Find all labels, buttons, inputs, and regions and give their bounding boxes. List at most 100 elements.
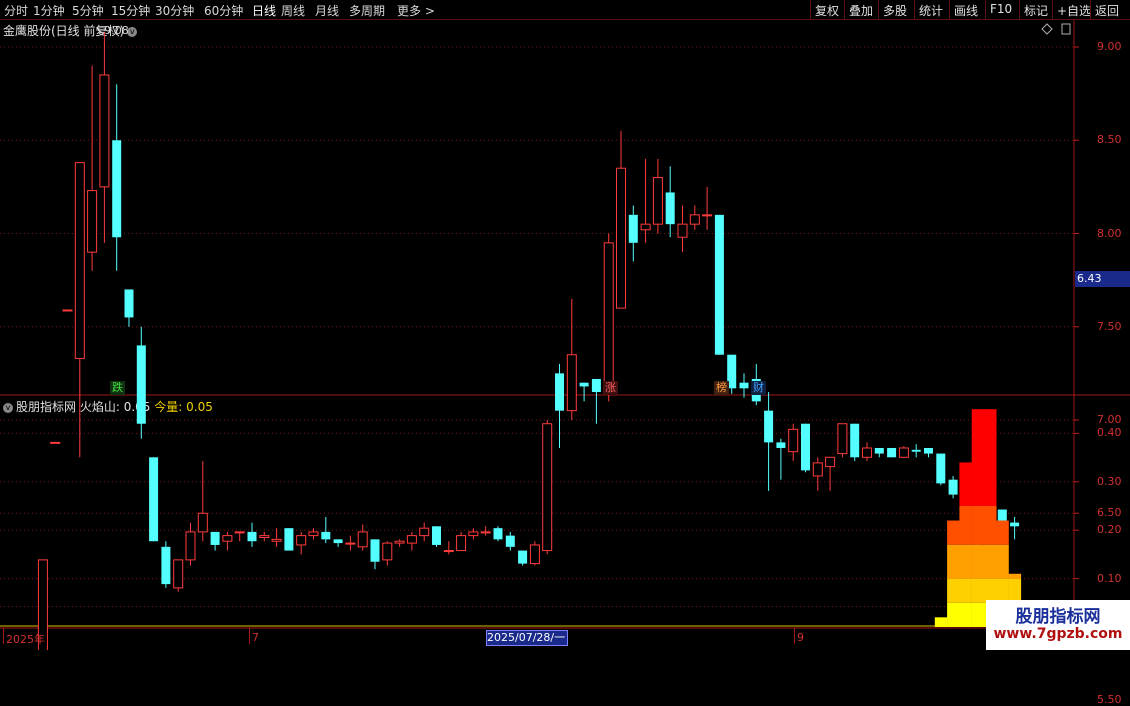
candle-body <box>432 526 441 545</box>
chart-canvas[interactable]: ↖9.08←5.46 <box>0 0 1130 650</box>
candle-body <box>271 538 282 542</box>
panel-toggle-icon <box>1061 23 1071 35</box>
candle-body <box>764 410 774 443</box>
price-tick-label: 5.50 <box>1097 692 1122 706</box>
flame-bar-segment <box>996 544 1009 579</box>
candle-body <box>468 531 479 537</box>
candle-body <box>874 447 884 454</box>
candle-body <box>124 289 134 318</box>
candle-body <box>505 535 515 547</box>
flame-bar-segment <box>971 409 985 506</box>
candle-body <box>739 382 749 389</box>
candle-body <box>579 382 589 387</box>
event-marker[interactable]: 财 <box>751 381 766 395</box>
price-tick-label: 8.00 <box>1097 226 1122 240</box>
candle-body <box>948 479 958 495</box>
candle-body <box>812 462 823 477</box>
price-tick-label: 8.50 <box>1097 133 1122 147</box>
flame-bar-segment <box>959 578 972 603</box>
candle-body <box>518 550 528 564</box>
candle-body <box>284 528 294 551</box>
flame-bar-segment <box>947 520 960 545</box>
candle-body <box>788 428 799 453</box>
candle-body <box>136 345 146 424</box>
flame-bar-segment <box>984 409 997 506</box>
candle-body <box>862 447 872 458</box>
candle-body <box>702 214 713 217</box>
candle-body <box>357 531 368 548</box>
candle-body <box>542 423 553 552</box>
date-tick <box>3 628 4 644</box>
candle-body <box>456 535 467 552</box>
flame-bar-segment <box>959 506 972 545</box>
flame-bar-segment <box>934 617 948 627</box>
date-tick-label: 7 <box>252 631 259 644</box>
candle-body <box>936 453 946 484</box>
candle-body <box>529 544 540 565</box>
high-price-label: ↖9.08 <box>95 24 129 37</box>
candle-body <box>222 535 233 542</box>
candle-body <box>112 140 122 238</box>
flame-bar-segment <box>971 544 985 579</box>
price-tick-label: 6.50 <box>1097 506 1122 520</box>
date-tick <box>249 628 250 644</box>
flame-bar-segment <box>1008 573 1022 579</box>
candle-body <box>50 441 61 444</box>
flame-bar-segment <box>971 506 985 545</box>
candle-body <box>99 74 110 188</box>
indicator-tick-label: 0.20 <box>1097 523 1122 537</box>
candle-body <box>801 423 810 471</box>
candle-body <box>74 162 85 359</box>
candle-body <box>689 214 700 225</box>
candle-body <box>382 542 393 561</box>
price-tick-label: 9.00 <box>1097 40 1122 53</box>
candle-body <box>652 177 663 225</box>
flame-bar-segment <box>947 578 960 603</box>
candle-body <box>665 192 675 225</box>
candle-body <box>591 378 601 393</box>
candle-body <box>406 535 417 544</box>
diamond-icon <box>1041 23 1053 35</box>
candle-body <box>185 531 196 561</box>
candle-body <box>247 531 257 542</box>
candle-body <box>173 559 184 589</box>
price-tick-label: 7.00 <box>1097 413 1122 426</box>
event-marker[interactable]: 榜 <box>714 381 729 395</box>
candle-body <box>419 527 430 537</box>
candle-body <box>616 167 626 309</box>
event-marker[interactable]: 涨 <box>603 381 618 395</box>
indicator-tick-label: 0.30 <box>1097 474 1122 488</box>
current-price-label: 6.43 <box>1075 271 1130 287</box>
watermark-title: 股朋指标网 <box>1015 607 1101 627</box>
candle-body <box>825 456 836 468</box>
event-marker[interactable]: 跌 <box>110 381 125 395</box>
candle-body <box>911 449 921 452</box>
indicator-tick-label: 0.10 <box>1097 571 1122 585</box>
candle-body <box>149 457 159 542</box>
flame-bar-segment <box>984 506 997 545</box>
watermark: 股朋指标网 www.7gpzb.com <box>986 600 1130 650</box>
date-tick <box>794 628 795 644</box>
candle-body <box>887 447 897 458</box>
candle-body <box>259 535 270 538</box>
candle-body <box>321 531 331 540</box>
candle-body <box>898 447 909 458</box>
candle-body <box>603 242 614 393</box>
candle-body <box>394 540 405 544</box>
flame-bar-segment <box>971 578 985 603</box>
candle-body <box>776 442 786 448</box>
candle-body <box>443 550 454 553</box>
cursor-date: 2025/07/28/一 <box>486 630 568 646</box>
candle-body <box>628 214 638 243</box>
flame-bar-segment <box>947 544 960 579</box>
candle-body <box>333 539 343 544</box>
flame-bar-segment <box>959 544 972 579</box>
candle-body <box>296 535 307 546</box>
candle-body <box>493 528 503 540</box>
candle-body <box>197 512 208 533</box>
candle-body <box>837 423 848 455</box>
candle-body <box>924 447 933 454</box>
candle-body <box>677 223 688 238</box>
candle-body <box>480 531 491 534</box>
candle-body <box>345 542 356 545</box>
